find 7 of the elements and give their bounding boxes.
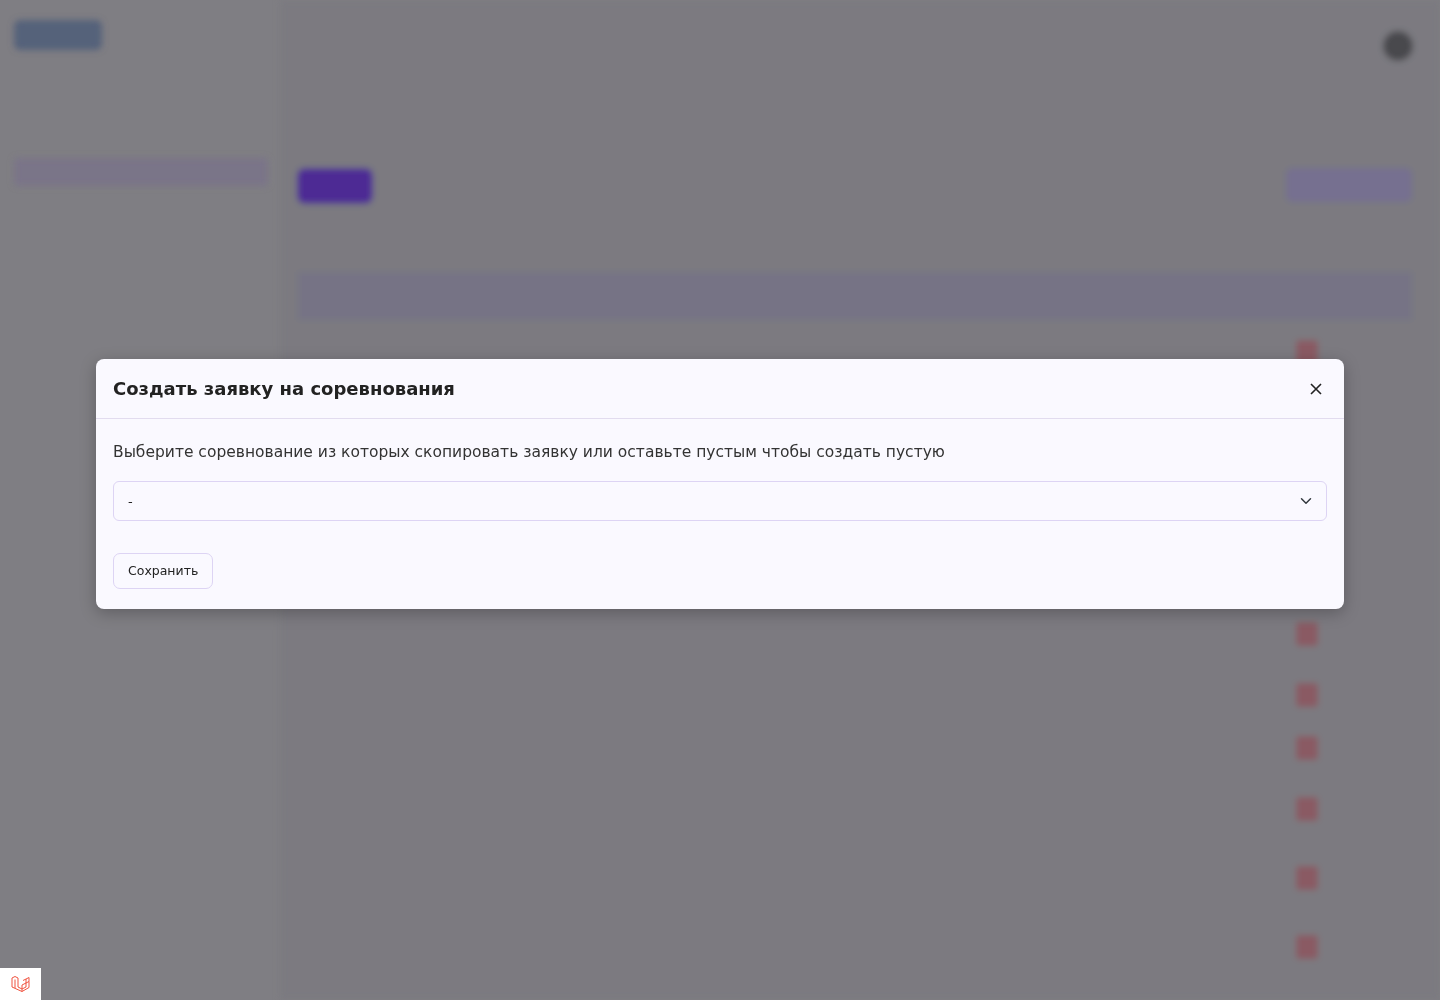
competition-select[interactable]: - [113,481,1327,522]
debug-tab[interactable] [0,968,41,1000]
save-button[interactable]: Сохранить [113,553,214,590]
close-icon [1309,381,1323,396]
blocks-icon [10,975,31,993]
modal-title: Создать заявку на соревнования [113,377,455,400]
modal-message: Выберите соревнование из которых скопировать заявку или оставьте пустым чтобы создать пустую [113,442,946,463]
